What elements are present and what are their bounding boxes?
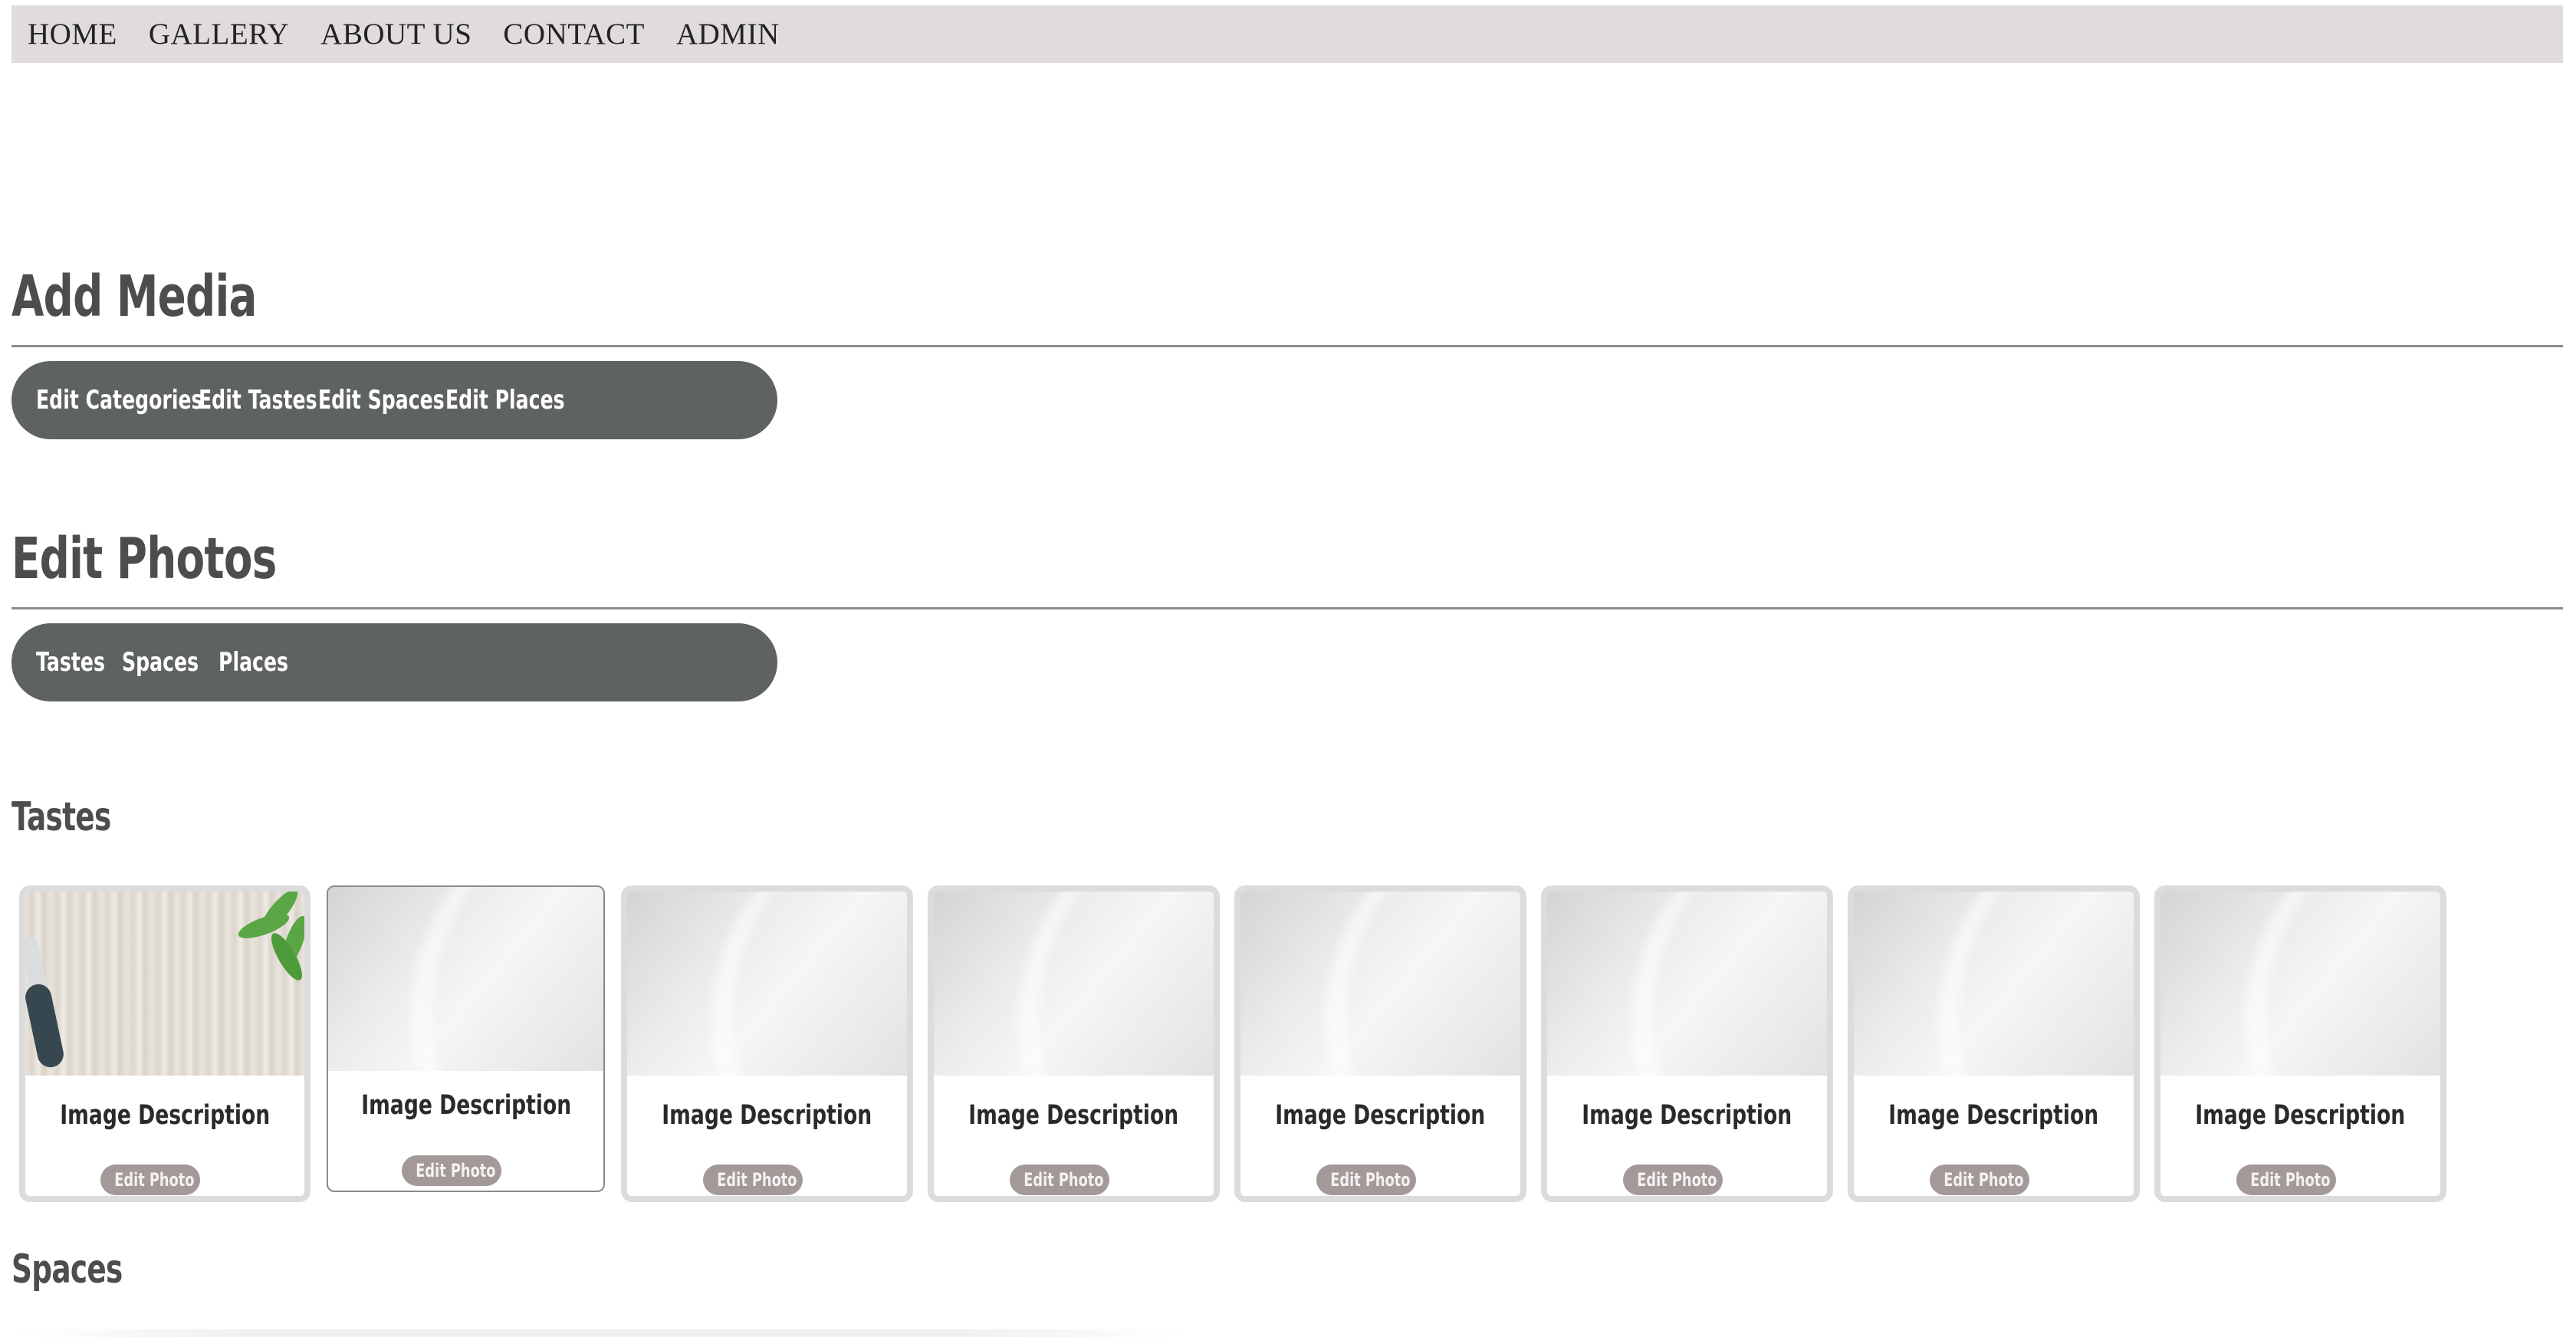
image-description: Image Description [968, 1100, 1179, 1131]
photo-card: Image Description Edit Photo [1541, 885, 1833, 1202]
spaces-row-edge [12, 1329, 1192, 1337]
photo-thumbnail [25, 892, 304, 1076]
edit-photo-button[interactable]: Edit Photo [702, 1165, 803, 1195]
edit-photo-button[interactable]: Edit Photo [2236, 1165, 2336, 1195]
add-media-heading: Add Media [12, 264, 257, 330]
nav-link-about-us[interactable]: ABOUT US [320, 17, 472, 51]
photo-card: Image Description Edit Photo [928, 885, 1220, 1202]
edit-categories-button[interactable]: Edit Categories [36, 385, 203, 416]
knife-handle-shape [25, 981, 67, 1070]
image-description: Image Description [361, 1090, 572, 1121]
edit-tastes-button[interactable]: Edit Tastes [199, 385, 317, 416]
nav-link-home[interactable]: HOME [28, 17, 117, 51]
edit-photo-button[interactable]: Edit Photo [100, 1165, 200, 1195]
top-nav: HOME GALLERY ABOUT US CONTACT ADMIN [12, 5, 2563, 63]
photo-thumbnail [1240, 892, 1520, 1196]
image-description: Image Description [2195, 1100, 2406, 1131]
add-media-divider [12, 345, 2563, 347]
tab-spaces[interactable]: Spaces [122, 647, 199, 678]
tab-places[interactable]: Places [219, 647, 288, 678]
image-description: Image Description [1582, 1100, 1792, 1131]
image-description: Image Description [1888, 1100, 2099, 1131]
photo-thumbnail [934, 892, 1214, 1196]
edit-places-button[interactable]: Edit Places [445, 385, 565, 416]
photo-thumbnail [1547, 892, 1827, 1196]
edit-photo-button[interactable]: Edit Photo [1622, 1165, 1723, 1195]
spaces-heading: Spaces [12, 1247, 123, 1293]
nav-link-gallery[interactable]: GALLERY [149, 17, 289, 51]
photo-card: Image Description Edit Photo [621, 885, 913, 1202]
edit-photos-tabs: Tastes Spaces Places [12, 623, 777, 701]
edit-photo-button[interactable]: Edit Photo [401, 1155, 501, 1186]
photo-card: Image Description Edit Photo [2154, 885, 2446, 1202]
photo-thumbnail [1854, 892, 2134, 1196]
photo-card: Image Description Edit Photo [327, 885, 605, 1192]
photo-card: Image Description Edit Photo [1848, 885, 2140, 1202]
add-media-toolbar: Edit Categories Edit Tastes Edit Spaces … [12, 361, 777, 439]
photo-thumbnail [2160, 892, 2440, 1196]
edit-photo-button[interactable]: Edit Photo [1929, 1165, 2029, 1195]
edit-spaces-button[interactable]: Edit Spaces [318, 385, 445, 416]
tab-tastes[interactable]: Tastes [36, 647, 105, 678]
nav-link-contact[interactable]: CONTACT [503, 17, 645, 51]
image-description: Image Description [1275, 1100, 1486, 1131]
photo-card: Image Description Edit Photo [19, 885, 310, 1202]
tastes-heading: Tastes [12, 794, 111, 840]
nav-link-admin[interactable]: ADMIN [676, 17, 780, 51]
edit-photo-button[interactable]: Edit Photo [1009, 1165, 1109, 1195]
image-description: Image Description [662, 1100, 872, 1131]
edit-photos-heading: Edit Photos [12, 526, 277, 592]
image-description: Image Description [60, 1100, 270, 1131]
photo-thumbnail [627, 892, 907, 1196]
edit-photo-button[interactable]: Edit Photo [1316, 1165, 1416, 1195]
edit-photos-divider [12, 607, 2563, 609]
photo-thumbnail [328, 887, 603, 1191]
photo-card: Image Description Edit Photo [1234, 885, 1526, 1202]
